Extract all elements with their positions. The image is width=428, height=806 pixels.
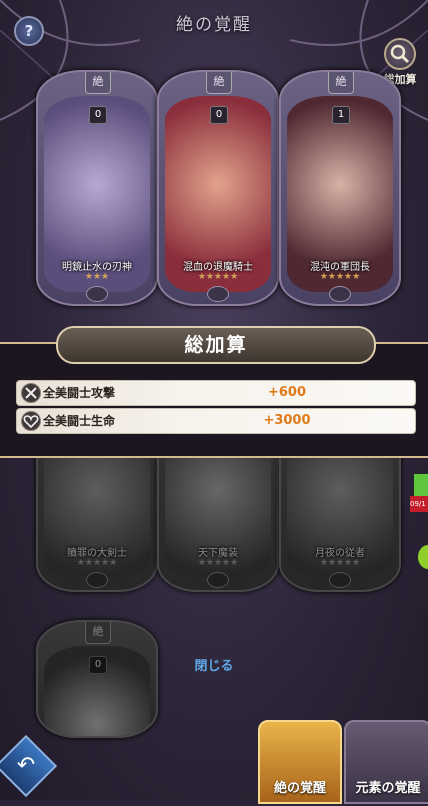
magnifier-icon	[384, 38, 416, 70]
rank-tag: 絶	[328, 72, 354, 94]
modal-title: 総加算	[56, 326, 376, 364]
card-name: 贖罪の大剣士	[67, 548, 127, 559]
card-name: 混血の退魔騎士	[183, 262, 253, 273]
stat-label: 全美闘士生命	[43, 414, 116, 428]
rank-tag: 絶	[85, 622, 111, 644]
tab-label: 元素の覚醒	[355, 781, 421, 796]
card-name: 混沌の軍団長	[310, 262, 370, 273]
element-icon	[86, 286, 108, 302]
card-name: 天下魔装	[198, 548, 238, 559]
rank-tag: 絶	[85, 72, 111, 94]
back-arrow-icon: ↶	[16, 753, 36, 778]
page-title: 絶の覚醒	[176, 15, 252, 35]
stat-label: 全美闘士攻撃	[43, 386, 116, 400]
star-rating: ★★★★★	[197, 272, 239, 282]
swords-icon	[21, 383, 41, 403]
heart-icon	[21, 411, 41, 431]
character-card[interactable]: 絶 0 混血の退魔騎士 ★★★★★	[157, 70, 279, 306]
tab-zetsu-awakening[interactable]: 絶の覚醒	[258, 720, 342, 804]
star-rating: ★★★★★	[319, 558, 361, 568]
character-card-locked[interactable]: 絶 0	[36, 620, 158, 738]
stat-value: +3000	[263, 413, 311, 428]
element-icon	[207, 572, 229, 588]
element-icon	[207, 286, 229, 302]
event-badge[interactable]	[414, 474, 428, 496]
character-card[interactable]: 絶 1 混沌の軍団長 ★★★★★	[279, 70, 401, 306]
awaken-count: 1	[332, 106, 350, 124]
event-date-badge[interactable]: 09/1	[410, 496, 428, 512]
close-button[interactable]: 閉じる	[160, 655, 268, 674]
star-rating: ★★★★★	[76, 558, 118, 568]
star-rating: ★★★	[84, 272, 110, 282]
rank-tag: 絶	[206, 72, 232, 94]
stat-row: 全美闘士攻撃 +600	[16, 380, 416, 406]
stat-value: +600	[267, 385, 307, 400]
awaken-count: 0	[89, 106, 107, 124]
star-rating: ★★★★★	[319, 272, 361, 282]
card-name: 明鏡止水の刃神	[62, 262, 132, 273]
card-name: 月夜の従者	[315, 548, 365, 559]
character-card[interactable]: 絶 0 明鏡止水の刃神 ★★★	[36, 70, 158, 306]
element-icon	[329, 572, 351, 588]
awaken-count: 0	[89, 656, 107, 674]
star-rating: ★★★★★	[197, 558, 239, 568]
help-button[interactable]: ?	[14, 16, 44, 46]
tab-label: 絶の覚醒	[273, 781, 326, 796]
awaken-count: 0	[210, 106, 228, 124]
element-icon	[329, 286, 351, 302]
stat-row: 全美闘士生命 +3000	[16, 408, 416, 434]
tab-element-awakening[interactable]: 元素の覚醒	[344, 720, 428, 804]
element-icon	[86, 572, 108, 588]
